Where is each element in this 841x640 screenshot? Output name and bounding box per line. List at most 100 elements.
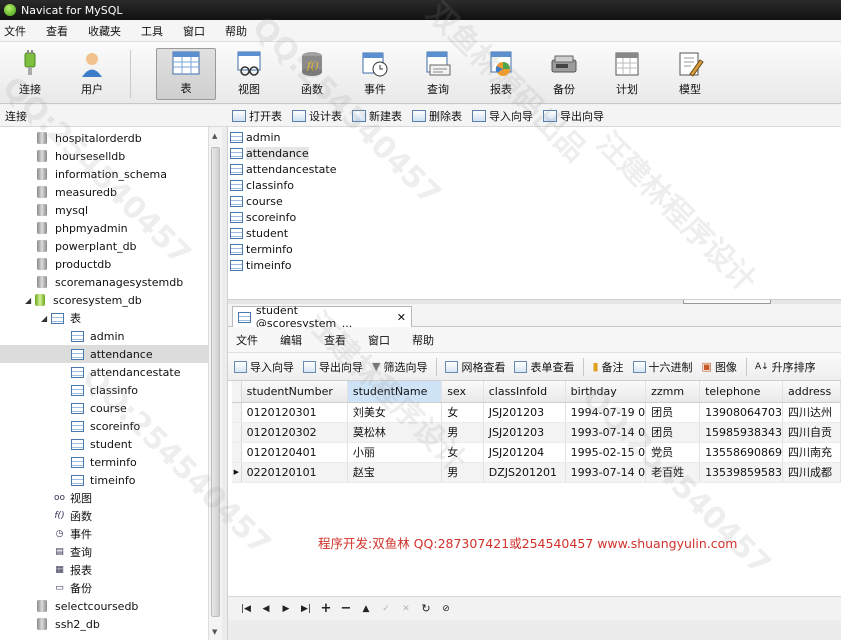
user-button[interactable]: 用户 [62,48,122,100]
column-header[interactable]: studentName [347,381,443,403]
menu-file[interactable]: 文件 [0,23,36,39]
tree-table-item[interactable]: timeinfo [0,471,208,489]
form-view-button[interactable]: 表单查看 [514,359,574,375]
grid-cell[interactable]: 团员 [645,402,701,423]
menu-help[interactable]: 帮助 [215,23,257,39]
grid-cell[interactable]: 四川自贡 [782,422,841,443]
grid-cell[interactable]: 0120120302 [241,422,348,443]
table-row[interactable]: 0120120301 刘美女 女 JSJ201203 1994-07-19 0 … [232,402,841,423]
current-row-indicator-icon[interactable]: ▶ [232,462,242,483]
image-button[interactable]: ▣ 图像 [702,359,737,375]
menu-favorites[interactable]: 收藏夹 [78,23,131,39]
column-header[interactable]: sex [441,381,484,403]
grid-cell[interactable]: 刘美女 [347,402,443,423]
object-list-item[interactable]: classinfo [230,177,294,193]
model-button[interactable]: 模型 [660,48,720,100]
inner-menu-edit[interactable]: 编辑 [269,332,313,348]
new-table-button[interactable]: 新建表 [352,108,402,124]
close-icon[interactable]: ✕ [397,311,406,324]
table-row[interactable]: ▶ 0220120101 赵宝 男 DZJS201201 1993-07-14 … [232,462,841,483]
row-indicator[interactable] [232,422,242,443]
tree-table-item[interactable]: terminfo [0,453,208,471]
grid-cell[interactable]: 四川南充 [782,442,841,463]
menu-tools[interactable]: 工具 [131,23,173,39]
grid-cell[interactable]: 13908064703 [699,402,784,423]
tree-table-item[interactable]: scoreinfo [0,417,208,435]
row-indicator[interactable] [232,402,242,423]
export-wizard-button[interactable]: 导出向导 [543,108,604,124]
object-list-item[interactable]: course [230,193,283,209]
expand-arrow-icon[interactable]: ◢ [41,314,51,323]
sort-asc-button[interactable]: A↓ 升序排序 [755,359,816,375]
menu-view[interactable]: 查看 [36,23,78,39]
grid-cell[interactable]: 13539859583 [699,462,784,483]
tree-scroll-thumb[interactable] [211,147,220,617]
tree-table-item[interactable]: admin [0,327,208,345]
grid-cell[interactable]: 女 [441,442,484,463]
prev-record-icon[interactable]: ◀ [256,604,276,614]
stop-icon[interactable]: ⊘ [436,604,456,614]
grid-cell[interactable]: DZJS201201 [483,462,566,483]
inner-menu-window[interactable]: 窗口 [357,332,401,348]
tree-table-item[interactable]: classinfo [0,381,208,399]
report-button[interactable]: 报表 [471,48,531,100]
grid-cell[interactable]: 13558690869 [699,442,784,463]
grid-cell[interactable]: 男 [441,462,484,483]
inner-menu-help[interactable]: 帮助 [401,332,445,348]
grid-cell[interactable]: 赵宝 [347,462,443,483]
table-button[interactable]: 表 [156,48,216,100]
tree-queries-node[interactable]: ▤ 查询 [0,543,208,561]
grid-cell[interactable]: 0120120301 [241,402,348,423]
grid-cell[interactable]: 1994-07-19 0 [565,402,647,423]
object-list-item[interactable]: attendance [230,145,309,161]
schedule-button[interactable]: 计划 [597,48,657,100]
grid-cell[interactable]: JSJ201203 [483,422,566,443]
edit-record-icon[interactable]: ▲ [356,604,376,614]
column-header[interactable]: telephone [699,381,784,403]
column-header[interactable]: zzmm [645,381,701,403]
memo-button[interactable]: ▮ 备注 [592,359,623,375]
row-indicator[interactable] [232,442,242,463]
tree-table-item[interactable]: attendance [0,345,208,363]
object-list-item[interactable]: student [230,225,288,241]
grid-view-button[interactable]: 网格查看 [445,359,505,375]
tree-views-node[interactable]: oo 视图 [0,489,208,507]
grid-cell[interactable]: 15985938343 [699,422,784,443]
tree-reports-node[interactable]: ▦ 报表 [0,561,208,579]
object-list-item[interactable]: terminfo [230,241,293,257]
grid-cell[interactable]: 莫松林 [347,422,443,443]
grid-cell[interactable]: 四川达州 [782,402,841,423]
tree-db-item[interactable]: powerplant_db [0,237,208,255]
open-table-button[interactable]: 打开表 [232,108,282,124]
object-list-item[interactable]: timeinfo [230,257,291,273]
grid-cell[interactable]: 老百姓 [645,462,701,483]
grid-cell[interactable]: 0120120401 [241,442,348,463]
column-header[interactable]: address [782,381,841,403]
grid-cell[interactable]: 党员 [645,442,701,463]
tree-db-item[interactable]: hospitalorderdb [0,129,208,147]
tree-db-item[interactable]: ssh2_db [0,615,208,633]
column-header[interactable]: classInfoId [483,381,566,403]
tree-backups-node[interactable]: ▭ 备份 [0,579,208,597]
tree-db-open[interactable]: ◢ scoresystem_db [0,291,208,309]
import-wizard-button[interactable]: 导入向导 [472,108,533,124]
delete-record-icon[interactable]: − [336,601,356,616]
tree-functions-node[interactable]: f() 函数 [0,507,208,525]
column-header[interactable]: studentNumber [241,381,348,403]
object-list-item[interactable]: admin [230,129,280,145]
grid-cell[interactable]: 0220120101 [241,462,348,483]
grid-cell[interactable]: JSJ201204 [483,442,566,463]
apply-icon[interactable]: ✓ [376,604,396,614]
refresh-icon[interactable]: ↻ [416,602,436,615]
function-button[interactable]: f() 函数 [282,48,342,100]
cancel-icon[interactable]: ✕ [396,604,416,614]
tree-db-item[interactable]: measuredb [0,183,208,201]
tree-db-item[interactable]: selectcoursedb [0,597,208,615]
view-button[interactable]: 视图 [219,48,279,100]
inner-menu-view[interactable]: 查看 [313,332,357,348]
add-record-icon[interactable]: + [316,601,336,616]
tree-table-item[interactable]: student [0,435,208,453]
filter-wizard-button[interactable]: ▼ 筛选向导 [372,359,427,375]
grid-cell[interactable]: 男 [441,422,484,443]
object-list-item[interactable]: attendancestate [230,161,336,177]
